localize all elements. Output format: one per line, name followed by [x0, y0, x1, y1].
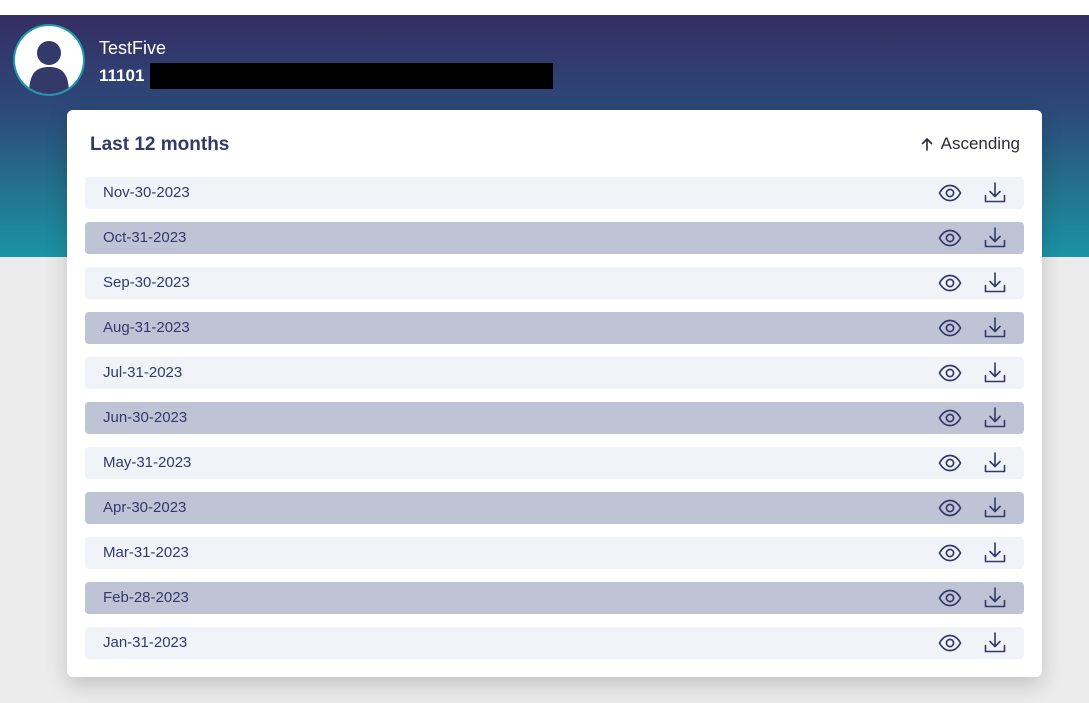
eye-icon[interactable] [937, 540, 963, 566]
statement-date: Mar-31-2023 [103, 544, 189, 561]
eye-icon[interactable] [937, 270, 963, 296]
eye-icon[interactable] [937, 495, 963, 521]
statement-row[interactable]: Apr-30-2023 [85, 492, 1024, 524]
eye-icon[interactable] [937, 585, 963, 611]
statement-row[interactable]: Mar-31-2023 [85, 537, 1024, 569]
statement-row[interactable]: Oct-31-2023 [85, 222, 1024, 254]
eye-icon[interactable] [937, 180, 963, 206]
download-icon[interactable] [982, 585, 1008, 611]
statements-card: Last 12 months Ascending Nov-30-2023 Oct-… [67, 110, 1042, 677]
download-icon[interactable] [982, 270, 1008, 296]
sort-label: Ascending [940, 134, 1020, 153]
sort-toggle[interactable]: Ascending [920, 133, 1020, 155]
statement-date: Jun-30-2023 [103, 409, 188, 426]
eye-icon[interactable] [937, 315, 963, 341]
statement-row[interactable]: Sep-30-2023 [85, 267, 1024, 299]
statement-date: Sep-30-2023 [103, 274, 190, 291]
statement-date: Nov-30-2023 [103, 184, 190, 201]
download-icon[interactable] [982, 360, 1008, 386]
statement-row[interactable]: Jun-30-2023 [85, 402, 1024, 434]
statement-row[interactable]: Jan-31-2023 [85, 627, 1024, 659]
statement-row[interactable]: Feb-28-2023 [85, 582, 1024, 614]
statement-date: Oct-31-2023 [103, 229, 187, 246]
eye-icon[interactable] [937, 360, 963, 386]
top-strip [0, 0, 1089, 15]
download-icon[interactable] [982, 450, 1008, 476]
eye-icon[interactable] [937, 450, 963, 476]
download-icon[interactable] [982, 315, 1008, 341]
download-icon[interactable] [982, 495, 1008, 521]
statement-row[interactable]: Nov-30-2023 [85, 177, 1024, 209]
user-id: 11101 [99, 66, 145, 85]
card-title: Last 12 months [90, 134, 230, 155]
download-icon[interactable] [982, 180, 1008, 206]
statement-date: Jan-31-2023 [103, 634, 188, 651]
user-avatar-icon [15, 26, 83, 94]
user-name: TestFive [99, 38, 167, 58]
download-icon[interactable] [982, 540, 1008, 566]
eye-icon[interactable] [937, 405, 963, 431]
statement-date: Aug-31-2023 [103, 319, 190, 336]
eye-icon[interactable] [937, 225, 963, 251]
redacted-block [150, 63, 553, 89]
statement-date: Feb-28-2023 [103, 589, 189, 606]
download-icon[interactable] [982, 225, 1008, 251]
statement-row[interactable]: Aug-31-2023 [85, 312, 1024, 344]
statement-row[interactable]: May-31-2023 [85, 447, 1024, 479]
statement-date: May-31-2023 [103, 454, 192, 471]
statement-row[interactable]: Jul-31-2023 [85, 357, 1024, 389]
avatar[interactable] [13, 24, 85, 96]
statement-date: Jul-31-2023 [103, 364, 183, 381]
download-icon[interactable] [982, 630, 1008, 656]
statement-date: Apr-30-2023 [103, 499, 187, 516]
download-icon[interactable] [982, 405, 1008, 431]
statement-list: Nov-30-2023 Oct-31-2023 Sep-30-2023 Aug-31-… [85, 177, 1024, 672]
arrow-up-icon [921, 138, 932, 151]
eye-icon[interactable] [937, 630, 963, 656]
